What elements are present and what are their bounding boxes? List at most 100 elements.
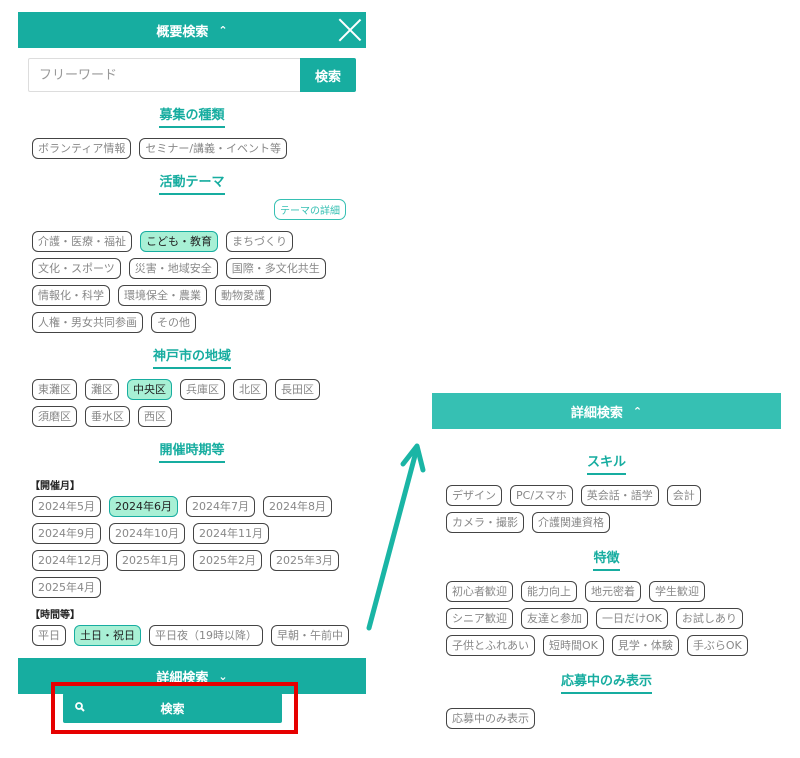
section-title-text: 活動テーマ [159, 171, 225, 195]
filter-chip[interactable]: 平日 [32, 625, 66, 646]
detail-search-header-title: 詳細検索 [570, 405, 623, 421]
submit-search-label: 検索 [160, 701, 185, 716]
filter-chip[interactable]: 2024年7月 [186, 496, 255, 517]
filter-chip[interactable]: 2025年4月 [32, 577, 101, 598]
filter-chip[interactable]: 介護関連資格 [532, 512, 610, 533]
filter-chip[interactable]: 灘区 [85, 379, 119, 400]
filter-chip[interactable]: 長田区 [275, 379, 320, 400]
filter-chip[interactable]: 友達と参加 [521, 608, 588, 629]
summary-search-title: 概要検索 [156, 24, 209, 40]
freeword-input[interactable] [28, 58, 300, 92]
filter-chip[interactable]: 東灘区 [32, 379, 77, 400]
section-title-skill: スキル [432, 451, 781, 475]
section-title-text: 応募中のみ表示 [560, 670, 652, 694]
detail-search-header[interactable]: 詳細検索 ⌃ [432, 393, 781, 429]
filter-chip[interactable]: 環境保全・農業 [118, 285, 207, 306]
filter-chip[interactable]: カメラ・撮影 [446, 512, 524, 533]
section-title-theme: 活動テーマ [18, 171, 366, 195]
filter-chip[interactable]: 一日だけOK [596, 608, 668, 629]
feature-chips: 初心者歓迎 能力向上 地元密着 学生歓迎シニア歓迎 友達と参加 一日だけOK お試しあり子供… [432, 581, 781, 656]
filter-chip[interactable]: 人権・男女共同参画 [32, 312, 143, 333]
filter-chip[interactable]: 見学・体験 [611, 635, 679, 656]
filter-chip[interactable]: 2024年12月 [32, 550, 108, 571]
summary-search-header[interactable]: 概要検索 ⌃ [18, 12, 366, 48]
filter-chip[interactable]: 西区 [138, 406, 172, 427]
filter-chip[interactable]: 2024年11月 [193, 523, 269, 544]
filter-chip[interactable]: 文化・スポーツ [32, 258, 121, 279]
filter-chip[interactable]: 子供とふれあい [446, 635, 535, 656]
filter-chip[interactable]: 地元密着 [585, 581, 641, 602]
filter-chip[interactable]: こども・教育 [140, 231, 218, 252]
chevron-down-icon: ⌄ [218, 669, 228, 683]
filter-chip[interactable]: 垂水区 [85, 406, 130, 427]
open-only-chips: 応募中のみ表示 [432, 708, 781, 729]
section-title-text: 開催時期等 [159, 439, 225, 463]
filter-chip[interactable]: まちづくり [226, 231, 293, 252]
close-icon[interactable] [338, 18, 362, 42]
filter-chip[interactable]: 2025年1月 [116, 550, 185, 571]
filter-chip[interactable]: 北区 [233, 379, 267, 400]
section-title-text: スキル [586, 451, 626, 475]
filter-chip[interactable]: 会計 [666, 485, 701, 506]
filter-chip[interactable]: 須磨区 [32, 406, 77, 427]
filter-chip[interactable]: 2024年9月 [32, 523, 101, 544]
month-label: 【開催月】 [30, 481, 80, 492]
filter-chip[interactable]: 兵庫区 [180, 379, 225, 400]
detail-search-panel: 詳細検索 ⌃ スキル デザイン PC/スマホ 英会話・語学 会計カメラ・撮影 介護関連資… [432, 393, 781, 729]
section-title-open-only: 応募中のみ表示 [432, 670, 781, 694]
section-title-area: 神戸市の地域 [18, 345, 366, 369]
submit-search-button[interactable]: 検索 [63, 693, 282, 723]
filter-chip[interactable]: 災害・地域安全 [128, 258, 218, 279]
filter-chip[interactable]: 2024年5月 [32, 496, 101, 517]
filter-chip[interactable]: お試しあり [675, 608, 743, 629]
filter-chip[interactable]: 国際・多文化共生 [225, 258, 326, 279]
filter-chip[interactable]: 2024年6月 [109, 496, 178, 517]
filter-chip[interactable]: 情報化・科学 [32, 285, 110, 306]
section-title-text: 神戸市の地域 [152, 345, 231, 369]
filter-chip[interactable]: ボランティア情報 [32, 138, 132, 159]
filter-chip[interactable]: 英会話・語学 [580, 485, 659, 506]
freeword-search: 検索 [28, 58, 356, 92]
filter-chip[interactable]: 早朝・午前中 [271, 625, 349, 646]
section-title-feature: 特徴 [432, 547, 781, 571]
freeword-search-button[interactable]: 検索 [300, 58, 356, 92]
filter-chip[interactable]: 動物愛護 [215, 285, 271, 306]
filter-chip[interactable]: 応募中のみ表示 [446, 708, 535, 729]
summary-search-panel: 概要検索 ⌃ 検索 募集の種類 ボランティア情報セミナー/講義・イベント等 活動… [18, 12, 366, 694]
theme-detail-row: テーマの詳細 [18, 199, 366, 221]
filter-chip[interactable]: その他 [151, 312, 196, 333]
theme-chips: 介護・医療・福祉 こども・教育 まちづくり文化・スポーツ 災害・地域安全 国際・多文化共… [18, 231, 366, 333]
filter-chip[interactable]: 土日・祝日 [74, 625, 141, 646]
filter-chip[interactable]: 能力向上 [521, 581, 577, 602]
time-label: 【時間等】 [30, 610, 80, 621]
area-chips: 東灘区 灘区 中央区 兵庫区 北区 長田区須磨区 垂水区 西区 [18, 379, 366, 427]
chevron-up-icon: ⌃ [218, 23, 228, 37]
chevron-up-icon: ⌃ [632, 404, 643, 418]
filter-chip[interactable]: 2024年8月 [263, 496, 332, 517]
recruit-type-chips: ボランティア情報 セミナー/講義・イベント等 [18, 138, 366, 159]
filter-chip[interactable]: 初心者歓迎 [446, 581, 513, 602]
section-title-text: 特徴 [593, 547, 620, 571]
filter-chip[interactable]: 平日夜（19時以降） [149, 625, 263, 646]
skill-chips: デザイン PC/スマホ 英会話・語学 会計カメラ・撮影 介護関連資格 [432, 485, 781, 533]
filter-chip[interactable]: 手ぶらOK [686, 635, 748, 656]
time-chips: 平日 土日・祝日 平日夜（19時以降） 早朝・午前中 [18, 625, 366, 646]
filter-chip[interactable]: 介護・医療・福祉 [32, 231, 132, 252]
filter-chip[interactable]: シニア歓迎 [446, 608, 513, 629]
filter-chip[interactable]: 2025年3月 [270, 550, 339, 571]
highlight-box: 検索 [51, 682, 298, 734]
filter-chip[interactable]: 2025年2月 [193, 550, 262, 571]
theme-detail-link[interactable]: テーマの詳細 [274, 199, 346, 220]
section-title-recruit-type: 募集の種類 [18, 104, 366, 128]
filter-chip[interactable]: PC/スマホ [510, 485, 573, 506]
filter-chip[interactable]: 中央区 [127, 379, 172, 400]
month-chips: 2024年5月 2024年6月 2024年7月 2024年8月 2024年9月 2024年… [18, 496, 366, 598]
filter-chip[interactable]: 2024年10月 [109, 523, 185, 544]
filter-chip[interactable]: デザイン [446, 485, 502, 506]
section-title-text: 募集の種類 [159, 104, 225, 128]
filter-chip[interactable]: 短時間OK [543, 635, 604, 656]
filter-chip[interactable]: 学生歓迎 [649, 581, 705, 602]
search-icon [75, 702, 85, 712]
filter-chip[interactable]: セミナー/講義・イベント等 [139, 138, 288, 159]
section-title-period: 開催時期等 [18, 439, 366, 463]
